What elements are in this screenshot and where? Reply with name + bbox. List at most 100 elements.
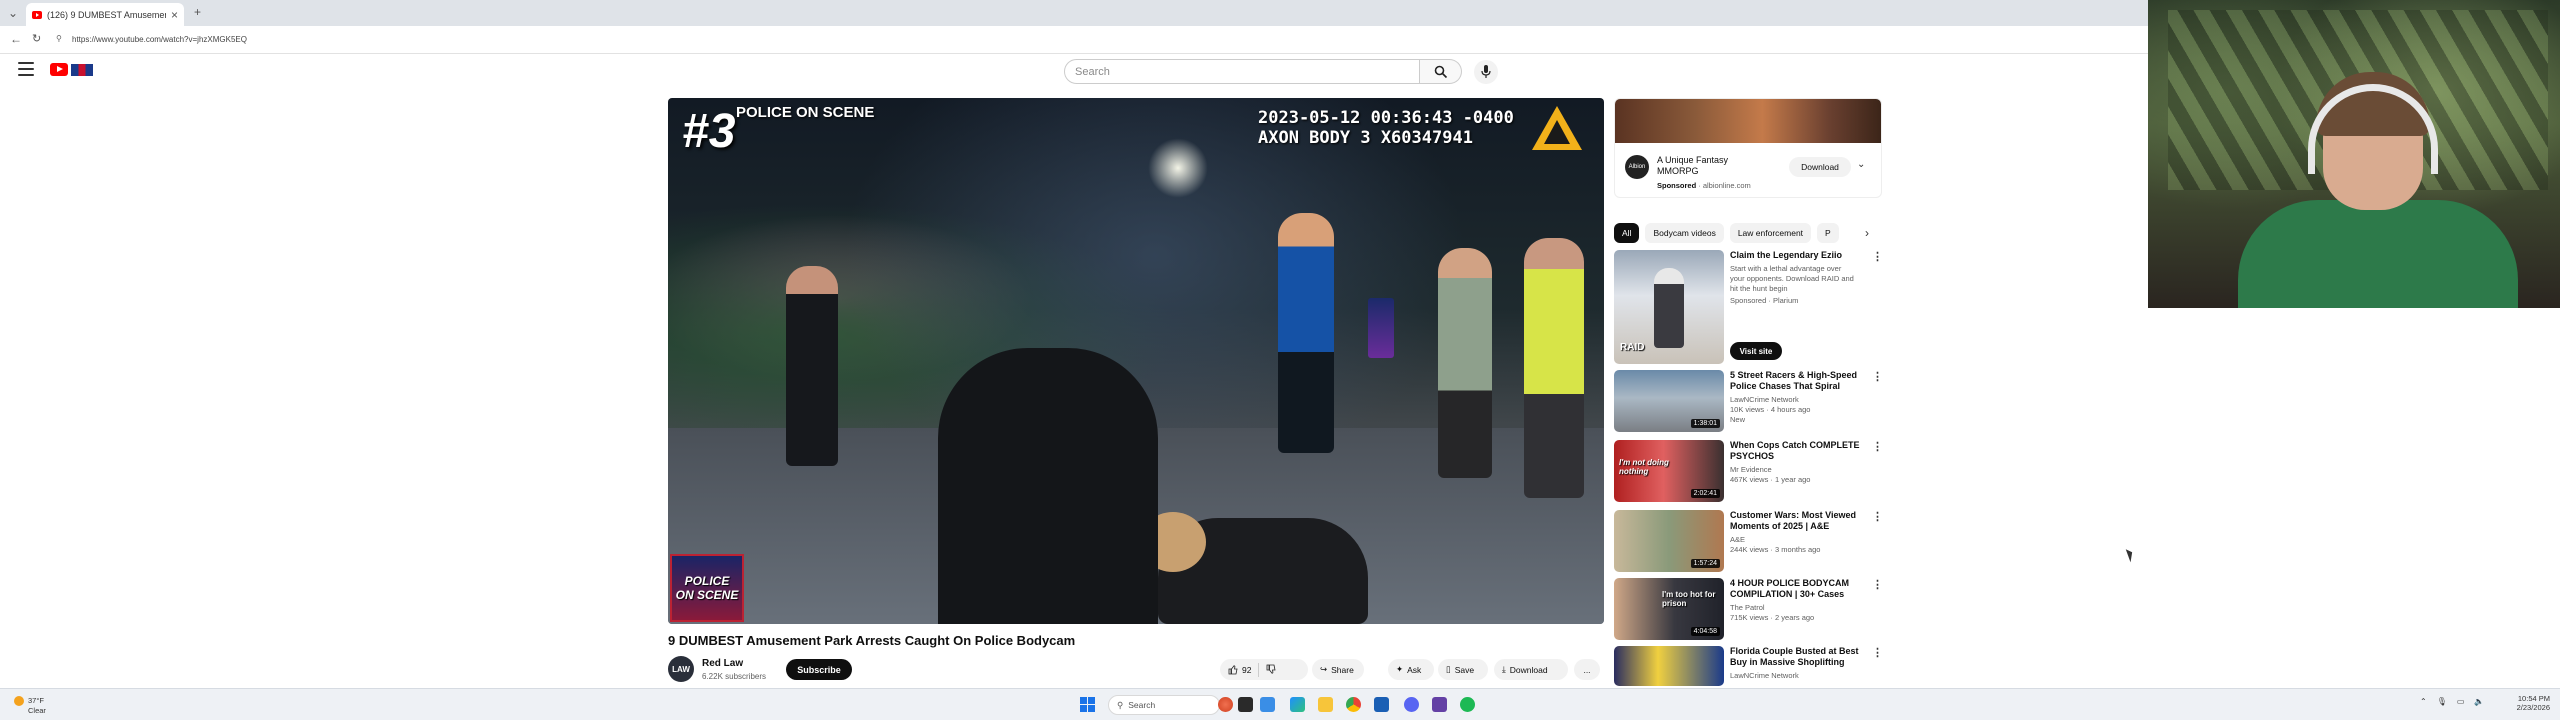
voice-search-button[interactable]: [1474, 60, 1498, 84]
chevron-right-icon[interactable]: ›: [1858, 224, 1876, 242]
weather-widget[interactable]: 37°F Clear: [14, 696, 46, 715]
tab-menu-icon[interactable]: ⌄: [8, 6, 18, 20]
more-options-icon[interactable]: ⋮: [1872, 370, 1883, 383]
new-tab-icon[interactable]: +: [194, 5, 201, 19]
recommendation-title[interactable]: 4 HOUR POLICE BODYCAM COMPILATION | 30+ …: [1730, 578, 1862, 600]
street-lamp-glow: [1148, 138, 1208, 198]
taskbar-search[interactable]: ⚲ Search: [1108, 695, 1220, 715]
recommendation-channel[interactable]: LawNCrime Network: [1730, 671, 1799, 680]
obs-app-icon[interactable]: [1432, 697, 1447, 712]
chip-law-enforcement[interactable]: Law enforcement: [1729, 223, 1812, 243]
video-thumbnail[interactable]: I'm too hot for prison 4:04:58: [1614, 578, 1724, 640]
recommendation-channel[interactable]: LawNCrime Network: [1730, 395, 1799, 404]
download-button[interactable]: ⤓ Download: [1494, 659, 1568, 680]
dislike-button[interactable]: [1266, 664, 1276, 676]
file-explorer-icon[interactable]: [1318, 697, 1333, 712]
recommendation-title[interactable]: Florida Couple Busted at Best Buy in Mas…: [1730, 646, 1862, 668]
taskbar-search-label: Search: [1128, 700, 1156, 710]
video-thumbnail[interactable]: RAID: [1614, 250, 1724, 364]
recommendation-channel[interactable]: The Patrol: [1730, 603, 1765, 612]
recommendation-item[interactable]: Florida Couple Busted at Best Buy in Mas…: [1614, 646, 1883, 686]
network-icon[interactable]: ▭: [2457, 697, 2465, 706]
more-actions-button[interactable]: ...: [1574, 659, 1600, 680]
video-thumbnail[interactable]: I'm not doing nothing 2:02:41: [1614, 440, 1724, 502]
volume-icon[interactable]: 🔈: [2474, 697, 2484, 706]
search-input[interactable]: Search: [1064, 59, 1420, 84]
more-options-icon[interactable]: ⋮: [1872, 646, 1883, 659]
widget-app-icon[interactable]: [1218, 697, 1233, 712]
subscribe-button[interactable]: Subscribe: [786, 659, 852, 680]
recommendation-title[interactable]: Claim the Legendary Eziio: [1730, 250, 1862, 261]
menu-icon[interactable]: [18, 62, 34, 76]
site-info-icon[interactable]: ⚲: [56, 34, 62, 43]
recommendation-channel[interactable]: Mr Evidence: [1730, 465, 1772, 474]
badge-line1: POLICE: [684, 574, 730, 588]
chevron-down-icon[interactable]: ⌄: [1857, 159, 1865, 170]
new-badge: New: [1730, 415, 1746, 424]
recommendation-item[interactable]: I'm too hot for prison 4:04:58 4 HOUR PO…: [1614, 578, 1883, 642]
webcam-overlay: [2148, 0, 2560, 308]
chip-all[interactable]: All: [1614, 223, 1640, 243]
back-icon[interactable]: ←: [10, 32, 22, 46]
chip-partial[interactable]: P: [1817, 223, 1839, 243]
like-dislike-group: 92: [1220, 659, 1308, 680]
taskbar-clock[interactable]: 10:54 PM 2/23/2026: [2500, 694, 2550, 712]
task-view-icon[interactable]: [1238, 697, 1253, 712]
url-text[interactable]: https://www.youtube.com/watch?v=jhzXMGK5…: [72, 35, 247, 44]
thumbnail-caption: I'm too hot for prison: [1662, 590, 1716, 608]
video-duration: 1:38:01: [1690, 419, 1720, 428]
ad-title[interactable]: A Unique Fantasy MMORPG: [1657, 155, 1767, 177]
thumbnail-caption: RAID: [1620, 342, 1645, 353]
reload-icon[interactable]: ↻: [32, 32, 41, 45]
youtube-logo[interactable]: [50, 63, 93, 76]
more-options-icon[interactable]: ⋮: [1872, 510, 1883, 523]
browser-tabstrip: ⌄ (126) 9 DUMBEST Amusement × +: [0, 0, 2148, 26]
youtube-play-icon: [50, 63, 68, 76]
more-options-icon[interactable]: ⋮: [1872, 250, 1883, 263]
thumbs-up-icon: [1228, 664, 1238, 674]
discord-app-icon[interactable]: [1404, 697, 1419, 712]
video-thumbnail[interactable]: 1:57:24: [1614, 510, 1724, 572]
search-button[interactable]: [1420, 59, 1462, 84]
taskbar: [0, 688, 2560, 720]
sponsored-recommendation[interactable]: RAID Claim the Legendary Eziio Start wit…: [1614, 250, 1883, 366]
tab-close-icon[interactable]: ×: [171, 8, 178, 22]
browser-tab[interactable]: (126) 9 DUMBEST Amusement ×: [26, 3, 184, 26]
microphone-icon[interactable]: 🎙: [2437, 697, 2447, 706]
like-button[interactable]: 92: [1228, 665, 1251, 675]
police-on-scene-badge: POLICE ON SCENE: [670, 554, 744, 622]
video-thumbnail[interactable]: [1614, 646, 1724, 686]
recommendation-item[interactable]: I'm not doing nothing 2:02:41 When Cops …: [1614, 440, 1883, 504]
chrome-browser-icon[interactable]: [1346, 697, 1361, 712]
more-options-icon[interactable]: ⋮: [1872, 578, 1883, 591]
recommendation-title[interactable]: 5 Street Racers & High-Speed Police Chas…: [1730, 370, 1862, 392]
vending-machine: [1368, 298, 1394, 358]
save-label: Save: [1454, 664, 1475, 675]
weather-temp: 37°F: [28, 696, 44, 705]
more-options-icon[interactable]: ⋮: [1872, 440, 1883, 453]
chip-bodycam-videos[interactable]: Bodycam videos: [1645, 223, 1724, 243]
channel-avatar[interactable]: LAW: [668, 656, 694, 682]
windows-start-icon[interactable]: [1080, 697, 1095, 712]
file-app-icon[interactable]: [1260, 697, 1275, 712]
store-app-icon[interactable]: [1374, 697, 1389, 712]
video-player[interactable]: #3 POLICE ON SCENE 2023-05-12 00:36:43 -…: [668, 98, 1604, 624]
ask-button[interactable]: ✦ Ask: [1388, 659, 1434, 680]
ad-download-button[interactable]: Download: [1789, 157, 1851, 177]
recommendation-title[interactable]: When Cops Catch COMPLETE PSYCHOS: [1730, 440, 1862, 462]
recommendation-title[interactable]: Customer Wars: Most Viewed Moments of 20…: [1730, 510, 1862, 532]
recommendation-channel[interactable]: A&E: [1730, 535, 1745, 544]
channel-name[interactable]: Red Law: [702, 658, 743, 669]
sponsored-ad-card[interactable]: Albion A Unique Fantasy MMORPG Sponsored…: [1614, 98, 1882, 198]
recommendation-item[interactable]: 1:38:01 5 Street Racers & High-Speed Pol…: [1614, 370, 1883, 434]
visit-site-button[interactable]: Visit site: [1730, 342, 1782, 360]
tray-overflow-icon[interactable]: ⌃: [2420, 697, 2427, 706]
bystander-figure: [1278, 213, 1334, 453]
recommendation-item[interactable]: 1:57:24 Customer Wars: Most Viewed Momen…: [1614, 510, 1883, 574]
edge-browser-icon[interactable]: [1290, 697, 1305, 712]
save-button[interactable]: ▯ Save: [1438, 659, 1488, 680]
share-button[interactable]: ↪ Share: [1312, 659, 1364, 680]
recommendation-stats: 715K views · 2 years ago: [1730, 613, 1815, 622]
spotify-app-icon[interactable]: [1460, 697, 1475, 712]
video-thumbnail[interactable]: 1:38:01: [1614, 370, 1724, 432]
